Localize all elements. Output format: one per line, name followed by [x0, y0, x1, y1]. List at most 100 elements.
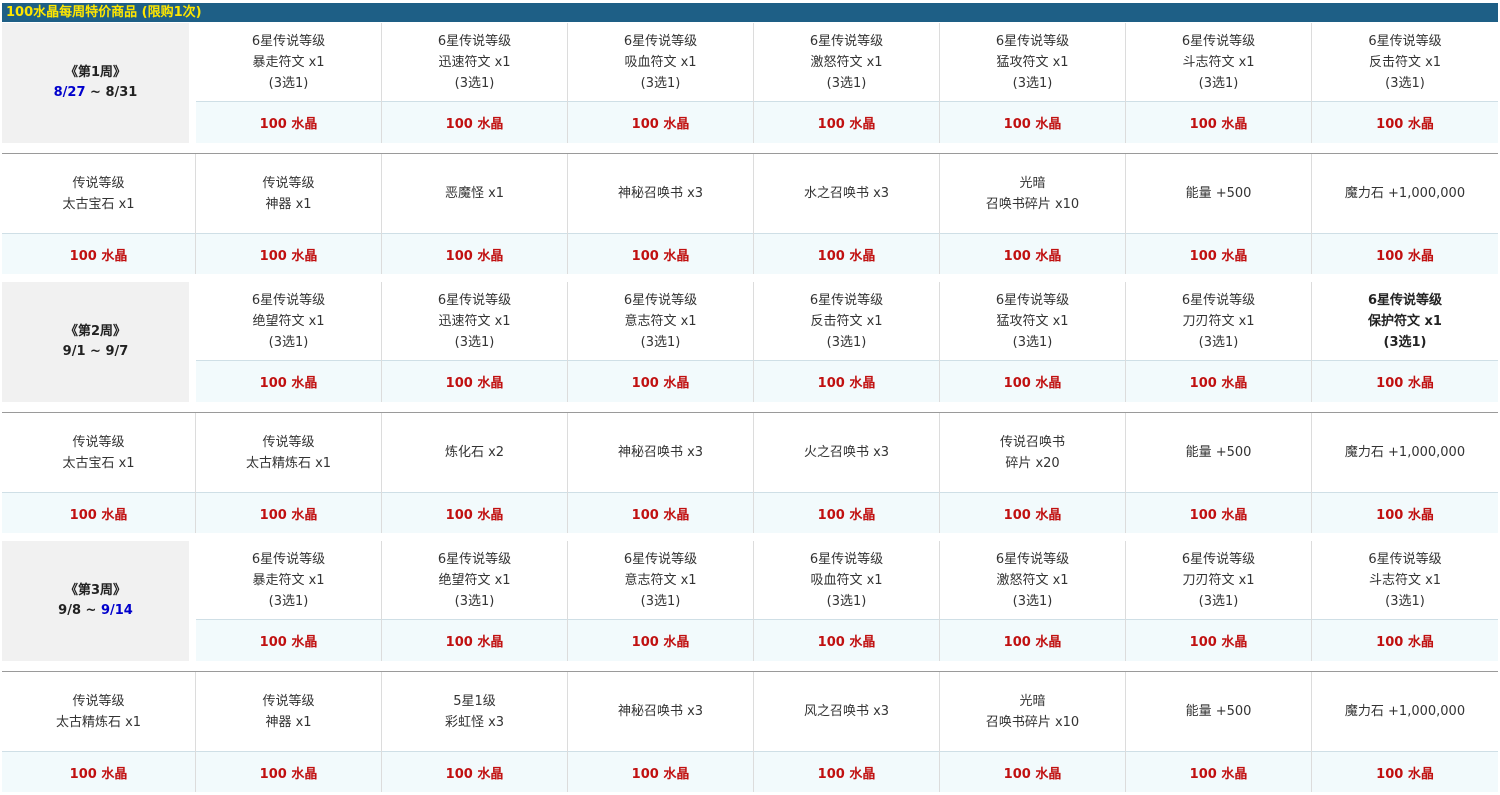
offer-price: 100 水晶: [940, 493, 1125, 533]
offer-item-line: 传说等级: [72, 175, 125, 191]
offer-cell[interactable]: 6星传说等级 吸血符文 x1 (3选1) 100 水晶: [568, 23, 754, 143]
offer-cell[interactable]: 光暗 召唤书碎片 x10 100 水晶: [940, 154, 1126, 274]
offer-price: 100 水晶: [754, 620, 939, 661]
offer-item-line: 6星传说等级: [1181, 551, 1256, 567]
offer-cell[interactable]: 6星传说等级 刀刃符文 x1 (3选1) 100 水晶: [1126, 282, 1312, 402]
offer-cell[interactable]: 风之召唤书 x3 100 水晶: [754, 672, 940, 792]
offer-item-line: (3选1): [268, 334, 309, 350]
offer-cell[interactable]: 6星传说等级 反击符文 x1 (3选1) 100 水晶: [754, 282, 940, 402]
offer-cell[interactable]: 6星传说等级 暴走符文 x1 (3选1) 100 水晶: [196, 541, 382, 661]
offer-item-line: (3选1): [1383, 334, 1427, 350]
offer-item: 6星传说等级 暴走符文 x1 (3选1): [196, 23, 381, 102]
offer-item: 能量 +500: [1126, 413, 1311, 493]
offer-item-line: 6星传说等级: [995, 33, 1070, 49]
offer-item: 神秘召唤书 x3: [568, 154, 753, 234]
offer-cell[interactable]: 6星传说等级 猛攻符文 x1 (3选1) 100 水晶: [940, 23, 1126, 143]
week-date-separator: ~: [85, 85, 106, 100]
rune-offer-row: 6星传说等级 暴走符文 x1 (3选1) 100 水晶 6星传说等级 绝望符文 x1 (3选…: [196, 541, 1498, 661]
offer-price: 100 水晶: [382, 361, 567, 402]
offer-item-line: (3选1): [268, 75, 309, 91]
offer-cell[interactable]: 传说等级 太古精炼石 x1 100 水晶: [2, 672, 196, 792]
offer-item: 6星传说等级 斗志符文 x1 (3选1): [1126, 23, 1311, 102]
week-date-end: 8/31: [105, 85, 138, 100]
offer-item: 传说等级 太古宝石 x1: [2, 154, 195, 234]
offer-cell[interactable]: 6星传说等级 迅速符文 x1 (3选1) 100 水晶: [382, 23, 568, 143]
offer-item-line: 6星传说等级: [809, 33, 884, 49]
offer-cell[interactable]: 能量 +500 100 水晶: [1126, 413, 1312, 533]
offer-item-line: 迅速符文 x1: [438, 313, 511, 329]
offer-item-line: 反击符文 x1: [810, 313, 883, 329]
offer-item-line: 6星传说等级: [1181, 33, 1256, 49]
offer-cell[interactable]: 传说等级 神器 x1 100 水晶: [196, 672, 382, 792]
offer-cell[interactable]: 传说等级 太古宝石 x1 100 水晶: [2, 154, 196, 274]
offer-cell[interactable]: 6星传说等级 意志符文 x1 (3选1) 100 水晶: [568, 541, 754, 661]
offer-cell[interactable]: 水之召唤书 x3 100 水晶: [754, 154, 940, 274]
offer-cell[interactable]: 6星传说等级 吸血符文 x1 (3选1) 100 水晶: [754, 541, 940, 661]
offer-cell[interactable]: 恶魔怪 x1 100 水晶: [382, 154, 568, 274]
offer-item-line: 吸血符文 x1: [624, 54, 697, 70]
offer-cell[interactable]: 神秘召唤书 x3 100 水晶: [568, 154, 754, 274]
week-date-start: 9/8: [58, 603, 81, 618]
offer-item-line: 斗志符文 x1: [1368, 572, 1442, 588]
offer-price: 100 水晶: [940, 102, 1125, 143]
offer-item: 6星传说等级 猛攻符文 x1 (3选1): [940, 23, 1125, 102]
offer-cell[interactable]: 火之召唤书 x3 100 水晶: [754, 413, 940, 533]
offer-cell[interactable]: 魔力石 +1,000,000 100 水晶: [1312, 672, 1498, 792]
offer-cell[interactable]: 神秘召唤书 x3 100 水晶: [568, 413, 754, 533]
offer-item-line: (3选1): [1198, 593, 1239, 609]
offer-cell[interactable]: 6星传说等级 激怒符文 x1 (3选1) 100 水晶: [754, 23, 940, 143]
offer-price: 100 水晶: [382, 102, 567, 143]
offer-item-line: (3选1): [1385, 75, 1425, 91]
offer-item: 魔力石 +1,000,000: [1312, 672, 1498, 752]
offer-item: 6星传说等级 迅速符文 x1 (3选1): [382, 282, 567, 361]
offer-price: 100 水晶: [1312, 752, 1498, 792]
offer-cell[interactable]: 能量 +500 100 水晶: [1126, 154, 1312, 274]
offer-price: 100 水晶: [568, 102, 753, 143]
offer-item-line: 激怒符文 x1: [810, 54, 883, 70]
offer-cell[interactable]: 传说召唤书 碎片 x20 100 水晶: [940, 413, 1126, 533]
offer-cell[interactable]: 6星传说等级 反击符文 x1 (3选1) 100 水晶: [1312, 23, 1498, 143]
offer-cell[interactable]: 光暗 召唤书碎片 x10 100 水晶: [940, 672, 1126, 792]
offer-price: 100 水晶: [2, 234, 195, 274]
offer-price: 100 水晶: [754, 234, 939, 274]
offer-item-line: 彩虹怪 x3: [444, 714, 505, 730]
offer-cell[interactable]: 6星传说等级 暴走符文 x1 (3选1) 100 水晶: [196, 23, 382, 143]
offer-price: 100 水晶: [1126, 620, 1311, 661]
offer-cell[interactable]: 能量 +500 100 水晶: [1126, 672, 1312, 792]
offer-cell[interactable]: 6星传说等级 保护符文 x1 (3选1) 100 水晶: [1312, 282, 1498, 402]
offer-cell[interactable]: 6星传说等级 猛攻符文 x1 (3选1) 100 水晶: [940, 282, 1126, 402]
offer-cell[interactable]: 传说等级 神器 x1 100 水晶: [196, 154, 382, 274]
offer-price: 100 水晶: [196, 234, 381, 274]
offer-cell[interactable]: 传说等级 太古精炼石 x1 100 水晶: [196, 413, 382, 533]
offer-item-line: 6星传说等级: [437, 33, 512, 49]
offer-cell[interactable]: 6星传说等级 绝望符文 x1 (3选1) 100 水晶: [382, 541, 568, 661]
offer-cell[interactable]: 魔力石 +1,000,000 100 水晶: [1312, 413, 1498, 533]
offer-cell[interactable]: 魔力石 +1,000,000 100 水晶: [1312, 154, 1498, 274]
offer-item-line: 炼化石 x2: [444, 445, 505, 460]
offer-item-line: 魔力石 +1,000,000: [1344, 445, 1466, 460]
offer-item-line: (3选1): [1198, 75, 1239, 91]
offer-item: 6星传说等级 反击符文 x1 (3选1): [1312, 23, 1498, 102]
offer-cell[interactable]: 6星传说等级 斗志符文 x1 (3选1) 100 水晶: [1126, 23, 1312, 143]
offer-item-line: 火之召唤书 x3: [803, 445, 890, 460]
offer-price: 100 水晶: [1126, 493, 1311, 533]
offer-cell[interactable]: 6星传说等级 意志符文 x1 (3选1) 100 水晶: [568, 282, 754, 402]
offer-item-line: 太古精炼石 x1: [55, 714, 142, 730]
offer-item: 6星传说等级 刀刃符文 x1 (3选1): [1126, 541, 1311, 620]
offer-cell[interactable]: 炼化石 x2 100 水晶: [382, 413, 568, 533]
rune-offer-row: 6星传说等级 暴走符文 x1 (3选1) 100 水晶 6星传说等级 迅速符文 x1 (3选…: [196, 23, 1498, 143]
offer-cell[interactable]: 传说等级 太古宝石 x1 100 水晶: [2, 413, 196, 533]
offer-cell[interactable]: 6星传说等级 刀刃符文 x1 (3选1) 100 水晶: [1126, 541, 1312, 661]
offer-cell[interactable]: 6星传说等级 激怒符文 x1 (3选1) 100 水晶: [940, 541, 1126, 661]
offer-price: 100 水晶: [1126, 234, 1311, 274]
offer-cell[interactable]: 6星传说等级 斗志符文 x1 (3选1) 100 水晶: [1312, 541, 1498, 661]
offer-item: 6星传说等级 吸血符文 x1 (3选1): [568, 23, 753, 102]
offer-cell[interactable]: 5星1级 彩虹怪 x3 100 水晶: [382, 672, 568, 792]
offer-cell[interactable]: 神秘召唤书 x3 100 水晶: [568, 672, 754, 792]
offer-item: 能量 +500: [1126, 154, 1311, 234]
offer-item-line: 传说等级: [262, 693, 315, 709]
offer-item: 传说等级 太古精炼石 x1: [2, 672, 195, 752]
offer-item-line: 意志符文 x1: [624, 313, 697, 329]
offer-cell[interactable]: 6星传说等级 绝望符文 x1 (3选1) 100 水晶: [196, 282, 382, 402]
offer-cell[interactable]: 6星传说等级 迅速符文 x1 (3选1) 100 水晶: [382, 282, 568, 402]
